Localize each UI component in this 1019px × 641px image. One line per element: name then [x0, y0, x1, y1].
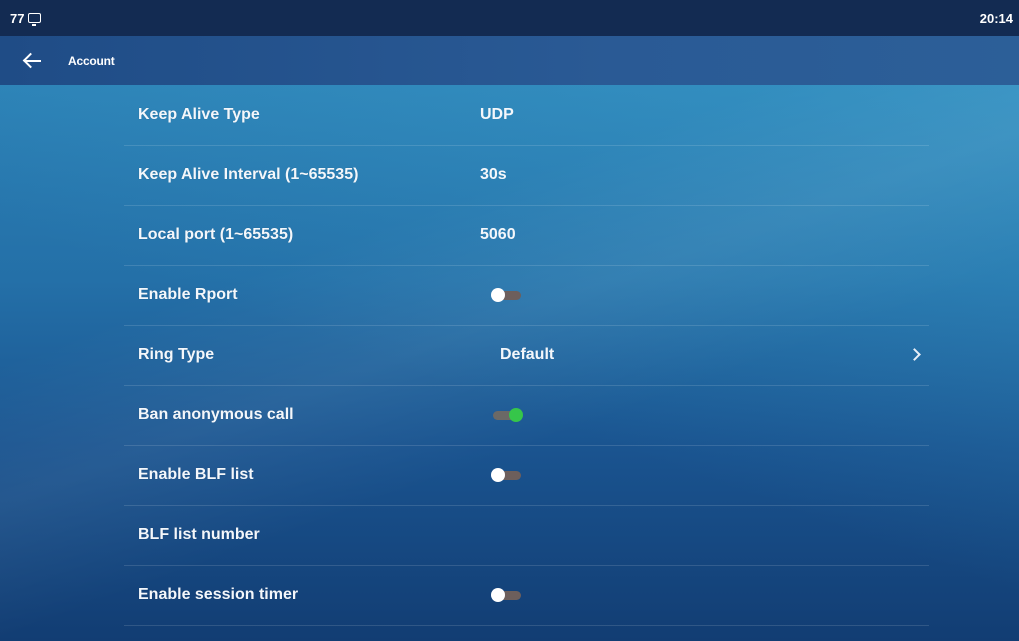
- enable-rport-toggle[interactable]: [491, 288, 523, 302]
- status-bar: 77 20:14: [0, 0, 1019, 36]
- enable-session-timer-toggle[interactable]: [491, 588, 523, 602]
- setting-label: Local port (1~65535): [138, 226, 294, 243]
- arrow-left-icon[interactable]: [22, 51, 44, 71]
- setting-label: Enable Rport: [138, 286, 238, 303]
- setting-label: Ring Type: [138, 346, 215, 363]
- settings-list[interactable]: Keep Alive Type UDP Keep Alive Interval …: [0, 85, 1019, 641]
- enable-blf-list-toggle[interactable]: [491, 468, 523, 482]
- setting-local-port[interactable]: Local port (1~65535) 5060: [124, 205, 929, 266]
- setting-blf-list-number[interactable]: BLF list number: [124, 505, 929, 566]
- setting-label: Enable session timer: [138, 586, 299, 603]
- status-left: 77: [10, 10, 42, 26]
- setting-label: Enable BLF list: [138, 466, 254, 483]
- page-title: Account: [68, 53, 115, 68]
- setting-enable-blf-list[interactable]: Enable BLF list: [124, 445, 929, 506]
- status-left-text: 77: [10, 10, 25, 26]
- setting-value: UDP: [480, 106, 514, 123]
- title-bar: Account: [0, 36, 1019, 85]
- chevron-right-icon[interactable]: [908, 348, 921, 361]
- setting-ring-type[interactable]: Ring Type Default: [124, 325, 929, 386]
- setting-label: Keep Alive Interval (1~65535): [138, 166, 359, 183]
- setting-keep-alive-interval[interactable]: Keep Alive Interval (1~65535) 30s: [124, 145, 929, 206]
- setting-keep-alive-type[interactable]: Keep Alive Type UDP: [124, 85, 929, 146]
- setting-value: 30s: [480, 166, 507, 183]
- setting-ban-anonymous-call[interactable]: Ban anonymous call: [124, 385, 929, 446]
- setting-label: Keep Alive Type: [138, 106, 260, 123]
- setting-enable-session-timer[interactable]: Enable session timer: [124, 565, 929, 626]
- setting-value: 5060: [480, 226, 516, 243]
- setting-enable-rport[interactable]: Enable Rport: [124, 265, 929, 326]
- setting-label: BLF list number: [138, 526, 260, 543]
- screen-icon: [28, 13, 42, 26]
- setting-value: Default: [500, 346, 555, 363]
- setting-label: Ban anonymous call: [138, 406, 294, 423]
- status-time: 20:14: [979, 10, 1013, 26]
- ban-anonymous-call-toggle[interactable]: [491, 408, 523, 422]
